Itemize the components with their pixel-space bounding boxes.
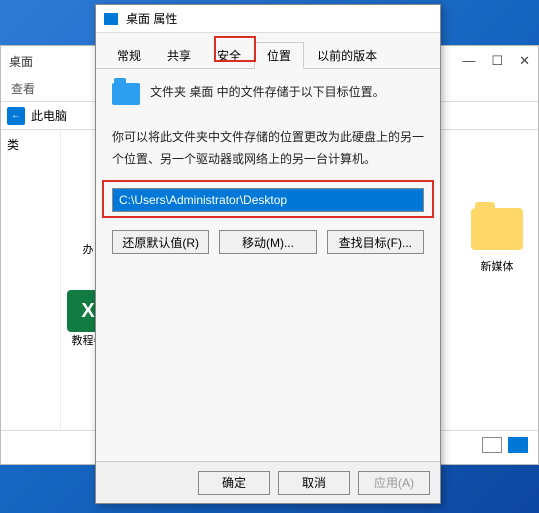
folder-icon [112,83,140,105]
view-details-icon[interactable] [482,437,502,453]
folder-icon: 办 [83,241,94,257]
move-button[interactable]: 移动(M)... [219,230,316,254]
find-target-button[interactable]: 查找目标(F)... [327,230,424,254]
view-large-icon[interactable] [508,437,528,453]
folder-icon [471,208,523,250]
properties-dialog: 桌面 属性 常规 共享 安全 位置 以前的版本 文件夹 桌面 中的文件存储于以下… [95,4,441,504]
tab-location[interactable]: 位置 [254,42,304,69]
path-input[interactable] [112,188,424,212]
restore-default-button[interactable]: 还原默认值(R) [112,230,209,254]
tab-general[interactable]: 常规 [104,42,154,69]
dialog-footer: 确定 取消 应用(A) [96,461,440,503]
location-description: 你可以将此文件夹中文件存储的位置更改为此硬盘上的另一个位置、另一个驱动器或网络上… [112,127,424,170]
minimize-icon[interactable]: — [462,53,475,69]
nav-back-icon[interactable]: ← [7,107,25,125]
sidebar-label: 类 [7,138,19,152]
item-label: 新媒体 [481,258,514,274]
tab-previous[interactable]: 以前的版本 [304,42,390,69]
explorer-sidebar: 类 [1,130,61,430]
breadcrumb[interactable]: 此电脑 [31,107,67,124]
toolbar-view[interactable]: 查看 [11,80,35,97]
dialog-title: 桌面 属性 [126,10,177,27]
maximize-icon[interactable]: ☐ [491,53,503,69]
ok-button[interactable]: 确定 [198,471,270,495]
dialog-body: 文件夹 桌面 中的文件存储于以下目标位置。 你可以将此文件夹中文件存储的位置更改… [96,69,440,268]
list-item[interactable]: 新媒体 [466,208,528,274]
apply-button[interactable]: 应用(A) [358,471,430,495]
cancel-button[interactable]: 取消 [278,471,350,495]
location-heading: 文件夹 桌面 中的文件存储于以下目标位置。 [150,83,385,100]
dialog-icon [104,13,118,25]
tab-sharing[interactable]: 共享 [154,42,204,69]
dialog-titlebar: 桌面 属性 [96,5,440,33]
dialog-tabs: 常规 共享 安全 位置 以前的版本 [96,33,440,69]
explorer-title: 桌面 [9,53,33,70]
tab-security[interactable]: 安全 [204,42,254,69]
close-icon[interactable]: ✕ [519,53,530,69]
